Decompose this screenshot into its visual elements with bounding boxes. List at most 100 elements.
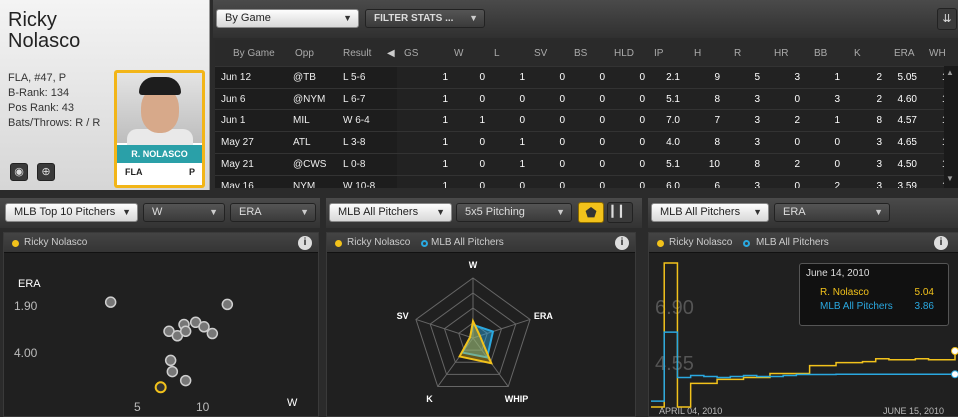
col-by-game[interactable]: By Game [233, 48, 275, 59]
col-wh[interactable]: WH [929, 48, 946, 59]
cell-gs: 1 [442, 137, 448, 149]
cell-date: May 21 [221, 158, 254, 170]
radar-category-select[interactable]: 5x5 Pitching ▼ [456, 203, 572, 222]
scroll-left-icon[interactable]: ◀ [387, 48, 395, 59]
col-r[interactable]: R [734, 48, 741, 59]
scatter-point[interactable] [179, 374, 192, 387]
chevron-down-icon: ▼ [343, 13, 352, 23]
scatter-point[interactable] [104, 296, 117, 308]
scatter-point[interactable] [166, 365, 179, 378]
scatter-ylabel: ERA [18, 278, 41, 290]
player-card: Ricky Nolasco FLA, #47, P B-Rank: 134 Po… [0, 0, 210, 190]
double-chevron-icon: ⇊ [942, 13, 952, 25]
bar-view-button[interactable]: ▎▎ [607, 202, 633, 223]
radar-view-button[interactable]: ⬟ [578, 202, 604, 223]
cell-sv: 0 [559, 115, 565, 127]
tooltip-player-value: 5.04 [914, 287, 934, 298]
col-hld[interactable]: HLD [614, 48, 634, 59]
info-icon[interactable]: i [298, 236, 312, 250]
col-k[interactable]: K [854, 48, 861, 59]
cell-h: 6 [714, 180, 720, 189]
filter-stats-select[interactable]: FILTER STATS ... ▼ [365, 9, 485, 28]
cell-l: 0 [519, 93, 525, 105]
table-row[interactable]: May 16NYMW 10-81000006.0630233.591. [215, 174, 958, 189]
scroll-up-icon[interactable]: ▲ [946, 68, 956, 78]
scatter-panel: Ricky Nolasco i ERA W 1.90 4.00 5 10 [3, 232, 319, 417]
line-stat-select[interactable]: ERA ▼ [774, 203, 890, 222]
scatter-point[interactable] [206, 327, 219, 340]
cell-bb: 0 [834, 158, 840, 170]
table-row[interactable]: May 21@CWSL 0-81010005.11082034.501. [215, 152, 958, 175]
collapse-button[interactable]: ⇊ [937, 8, 957, 30]
cell-r: 3 [754, 115, 760, 127]
cell-era: 4.50 [897, 158, 917, 170]
scatter-player-point[interactable] [154, 381, 167, 394]
col-gs[interactable]: GS [404, 48, 418, 59]
cell-h: 7 [714, 115, 720, 127]
scatter-y-select[interactable]: ERA ▼ [230, 203, 316, 222]
scatter-legend-label: Ricky Nolasco [24, 237, 88, 248]
col-bb[interactable]: BB [814, 48, 827, 59]
col-h[interactable]: H [694, 48, 701, 59]
mlb-dot-icon [743, 240, 750, 247]
scatter-group-select[interactable]: MLB Top 10 Pitchers ▼ [5, 203, 138, 222]
radar-legend-player: Ricky Nolasco [347, 237, 411, 248]
pentagon-icon: ⬟ [585, 205, 597, 220]
cell-opp: @CWS [293, 158, 327, 170]
scatter-x-select[interactable]: W ▼ [143, 203, 225, 222]
scroll-down-icon[interactable]: ▼ [946, 174, 956, 184]
col-ip[interactable]: IP [654, 48, 663, 59]
cell-hld: 0 [639, 93, 645, 105]
scatter-point[interactable] [164, 354, 177, 367]
table-row[interactable]: Jun 6@NYML 6-71000005.1830324.601. [215, 87, 958, 110]
add-player-button[interactable]: ⊕ [37, 163, 55, 181]
scatter-point[interactable] [221, 298, 234, 311]
col-era[interactable]: ERA [894, 48, 915, 59]
radar-category-value: 5x5 Pitching [465, 206, 525, 218]
tooltip-player-label: R. Nolasco [820, 287, 869, 298]
table-row[interactable]: May 27ATLL 3-81010004.0830034.651. [215, 131, 958, 153]
col-hr[interactable]: HR [774, 48, 788, 59]
cell-date: Jun 6 [221, 93, 246, 105]
col-sv[interactable]: SV [534, 48, 547, 59]
col-bs[interactable]: BS [574, 48, 587, 59]
info-icon[interactable]: i [615, 236, 629, 250]
cell-r: 3 [754, 93, 760, 105]
player-last-name: Nolasco [8, 30, 81, 52]
cell-h: 10 [708, 158, 720, 170]
cell-h: 9 [714, 72, 720, 83]
scatter-ytick: 1.90 [14, 299, 38, 313]
cell-bb: 3 [834, 93, 840, 105]
watch-eye-button[interactable]: ◉ [10, 163, 28, 181]
radar-chart: W ERA WHIP K SV [397, 260, 554, 404]
cell-opp: ATL [293, 137, 311, 149]
col-w[interactable]: W [454, 48, 463, 59]
line-group-select[interactable]: MLB All Pitchers ▼ [651, 203, 769, 222]
line-tooltip: June 14, 2010 R. Nolasco 5.04 MLB All Pi… [799, 263, 949, 326]
cell-k: 3 [876, 158, 882, 170]
cell-gs: 1 [442, 93, 448, 105]
scatter-ytick: 4.00 [14, 346, 38, 360]
scatter-xlabel: W [287, 397, 298, 409]
table-row[interactable]: Jun 12@TBL 5-61010002.1953125.051. [215, 66, 958, 88]
line-end-point[interactable] [951, 370, 958, 379]
table-row[interactable]: Jun 1MILW 6-41100007.0732184.571. [215, 109, 958, 131]
radar-group-select[interactable]: MLB All Pitchers ▼ [329, 203, 452, 222]
scatter-point[interactable] [179, 325, 192, 338]
info-icon[interactable]: i [934, 236, 948, 250]
line-end-point[interactable] [951, 347, 958, 356]
view-select[interactable]: By Game ▼ [216, 9, 359, 28]
cell-ip: 4.0 [666, 137, 680, 149]
scatter-chart: ERA W 1.90 4.00 5 10 [14, 278, 298, 414]
col-opp[interactable]: Opp [295, 48, 314, 59]
col-l[interactable]: L [494, 48, 500, 59]
cell-bs: 0 [599, 158, 605, 170]
table-scrollbar[interactable]: ▲ ▼ [944, 66, 958, 188]
cell-bb: 1 [834, 72, 840, 83]
player-name: Ricky Nolasco [8, 10, 80, 52]
player-photo-card: R. NOLASCO FLA P [114, 70, 205, 188]
cell-k: 8 [876, 115, 882, 127]
cell-k: 2 [876, 93, 882, 105]
scatter-point[interactable] [198, 321, 210, 333]
col-result[interactable]: Result [343, 48, 371, 59]
